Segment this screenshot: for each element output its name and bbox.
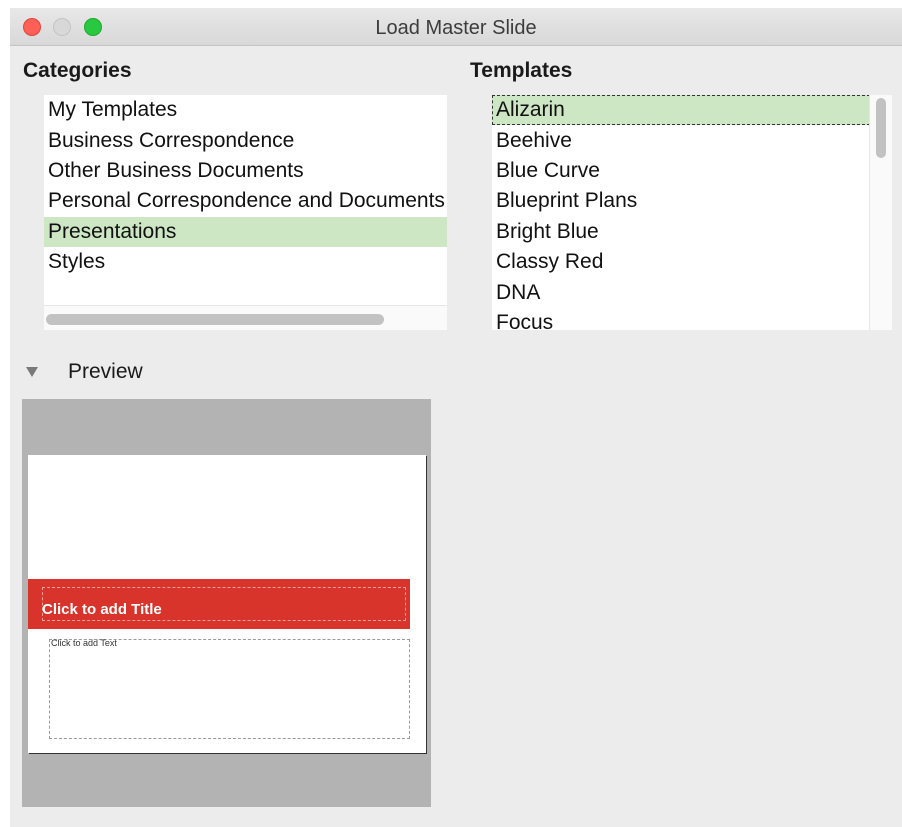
category-item[interactable]: Styles <box>44 247 447 277</box>
templates-label: Templates <box>470 59 573 82</box>
text-placeholder-box: Click to add Text <box>49 638 410 739</box>
template-item[interactable]: Focus <box>492 308 870 330</box>
template-item[interactable]: Bright Blue <box>492 217 870 247</box>
category-item[interactable]: Other Business Documents <box>44 156 447 186</box>
slide-preview: Click to add Title Click to add Text <box>28 455 426 753</box>
disclosure-triangle-icon[interactable] <box>26 367 38 377</box>
template-item[interactable]: Blue Curve <box>492 156 870 186</box>
category-item-selected[interactable]: Presentations <box>44 217 447 247</box>
categories-list[interactable]: My Templates Business Correspondence Oth… <box>44 95 447 330</box>
window-title: Load Master Slide <box>375 17 537 39</box>
category-item[interactable]: Personal Correspondence and Documents <box>44 186 447 216</box>
template-item[interactable]: Beehive <box>492 126 870 156</box>
category-item[interactable]: Business Correspondence <box>44 126 447 156</box>
slide-title-band: Click to add Title <box>28 579 410 629</box>
templates-list[interactable]: Alizarin Beehive Blue Curve Blueprint Pl… <box>492 95 892 330</box>
title-bar: Load Master Slide <box>10 8 902 46</box>
template-item[interactable]: DNA <box>492 278 870 308</box>
category-item[interactable]: My Templates <box>44 95 447 125</box>
load-master-slide-dialog: Load Master Slide Categories My Template… <box>10 8 902 827</box>
templates-scroll-thumb[interactable] <box>876 98 886 158</box>
title-placeholder-text: Click to add Title <box>42 601 162 618</box>
template-item[interactable]: Classy Red <box>492 247 870 277</box>
categories-scroll-thumb[interactable] <box>46 314 384 325</box>
template-item[interactable]: Blueprint Plans <box>492 186 870 216</box>
categories-label: Categories <box>23 59 132 82</box>
preview-label[interactable]: Preview <box>68 360 143 384</box>
template-item-selected[interactable]: Alizarin <box>492 95 870 125</box>
text-placeholder-text: Click to add Text <box>51 638 117 648</box>
templates-vertical-scrollbar[interactable] <box>869 95 892 330</box>
categories-horizontal-scrollbar[interactable] <box>44 305 447 330</box>
preview-pane: Click to add Title Click to add Text <box>22 399 431 807</box>
